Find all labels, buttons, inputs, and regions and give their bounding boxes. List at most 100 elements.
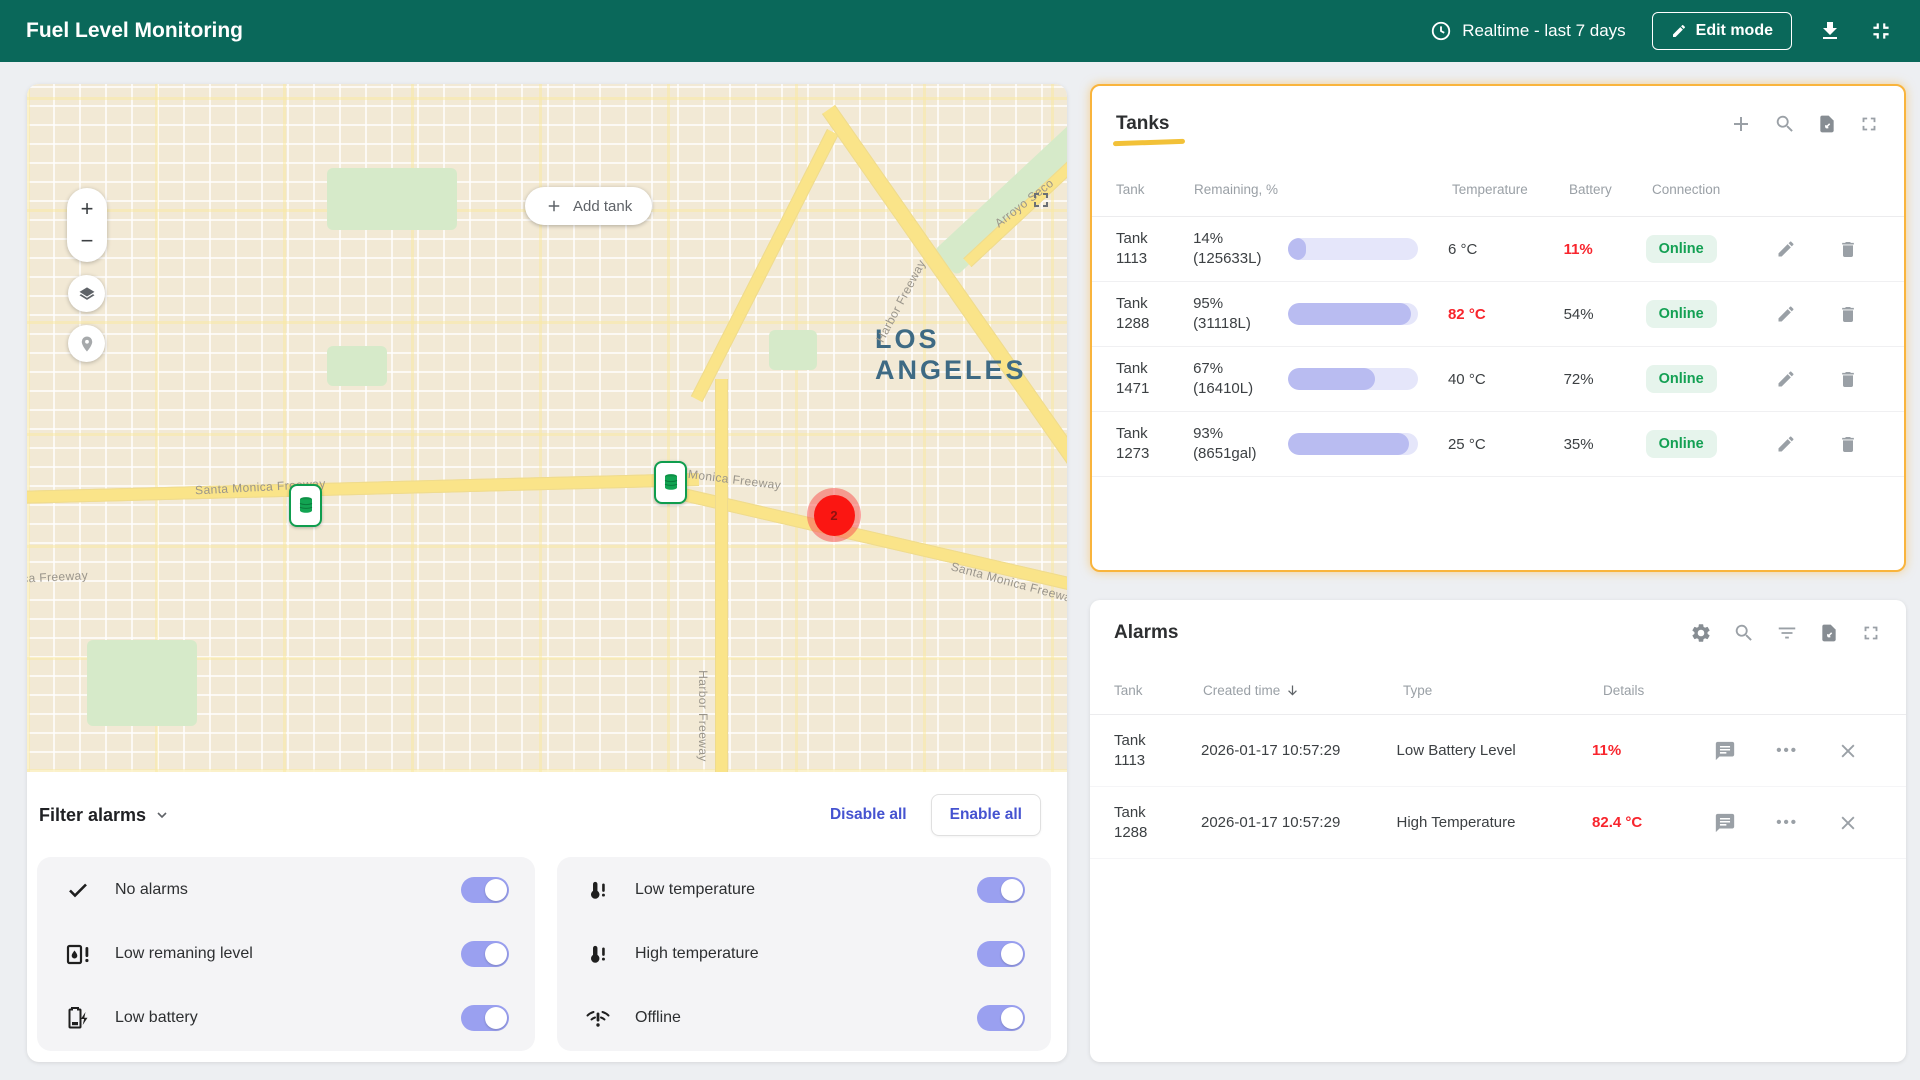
map-park <box>769 330 817 370</box>
layers-icon <box>77 284 97 304</box>
filter-label: High temperature <box>635 945 759 963</box>
more-options-button[interactable]: ••• <box>1776 742 1798 759</box>
tanks-panel: Tanks Tank Remaining, % T <box>1090 84 1906 572</box>
map-location-button[interactable] <box>68 325 105 362</box>
export-file-icon[interactable] <box>1817 113 1837 135</box>
alarm-type: Low Battery Level <box>1397 742 1593 759</box>
table-row-tank-1113[interactable]: Tank1113 14%(125633L) 6 °C 11% Online <box>1092 217 1904 282</box>
filter-alarms-toggle[interactable]: Filter alarms <box>39 805 170 826</box>
marker-cluster[interactable]: 2 <box>807 488 861 542</box>
edit-tank-button[interactable] <box>1776 434 1796 455</box>
close-icon[interactable] <box>1838 813 1858 833</box>
toggle-low-battery[interactable] <box>461 1005 509 1031</box>
fuel-level-bar <box>1288 238 1418 260</box>
tank-id: 1288 <box>1114 823 1201 843</box>
map-fullscreen-button[interactable] <box>1029 188 1053 212</box>
toggle-offline[interactable] <box>977 1005 1025 1031</box>
close-icon[interactable] <box>1838 741 1858 761</box>
tank-marker[interactable] <box>289 484 322 527</box>
offline-icon <box>583 1005 613 1031</box>
expand-fullscreen-icon[interactable] <box>1858 113 1880 135</box>
disable-all-button[interactable]: Disable all <box>830 806 907 824</box>
comment-icon[interactable] <box>1714 812 1736 834</box>
filter-bulk-actions: Disable all Enable all <box>830 794 1041 836</box>
tanks-panel-title: Tanks <box>1116 113 1170 135</box>
filter-label: No alarms <box>115 881 188 899</box>
toggle-low-remaining[interactable] <box>461 941 509 967</box>
remaining-percent: 14% <box>1193 229 1288 249</box>
download-button[interactable] <box>1818 19 1842 43</box>
edit-tank-button[interactable] <box>1776 369 1796 390</box>
battery-value: 72% <box>1564 371 1646 388</box>
alarm-row-tank-1113[interactable]: Tank1113 2026-01-17 10:57:29 Low Battery… <box>1090 715 1906 787</box>
zoom-out-button[interactable]: − <box>67 230 107 252</box>
map-road <box>27 473 699 504</box>
low-temperature-icon <box>583 877 613 903</box>
toggle-low-temperature[interactable] <box>977 877 1025 903</box>
temperature-value: 25 °C <box>1448 436 1564 453</box>
edit-mode-label: Edit mode <box>1696 22 1773 40</box>
map[interactable]: LOS ANGELES Santa Monica Freeway a Monic… <box>27 84 1067 772</box>
filter-label: Low temperature <box>635 881 755 899</box>
toggle-high-temperature[interactable] <box>977 941 1025 967</box>
alarms-panel-header: Alarms <box>1090 600 1906 666</box>
export-file-icon[interactable] <box>1819 622 1839 644</box>
more-options-button[interactable]: ••• <box>1776 814 1798 831</box>
zoom-in-button[interactable]: + <box>67 198 107 220</box>
table-row-tank-1471[interactable]: Tank1471 67%(16410L) 40 °C 72% Online <box>1092 347 1904 412</box>
delete-tank-button[interactable] <box>1838 369 1858 390</box>
alarms-table-header: Tank Created time Type Details <box>1090 666 1906 714</box>
map-park <box>327 346 387 386</box>
barrel-icon <box>296 494 316 518</box>
tanks-table-rows: Tank1113 14%(125633L) 6 °C 11% Online Ta… <box>1092 216 1904 477</box>
pencil-icon <box>1671 23 1687 39</box>
remaining-volume: (16410L) <box>1193 379 1288 399</box>
search-icon[interactable] <box>1733 622 1755 644</box>
settings-gear-icon[interactable] <box>1690 622 1712 644</box>
add-tank-button[interactable]: Add tank <box>525 187 652 225</box>
fuel-monitoring-dashboard: Fuel Level Monitoring Realtime - last 7 … <box>0 0 1920 1080</box>
delete-tank-button[interactable] <box>1838 304 1858 325</box>
tank-id: 1113 <box>1116 249 1193 269</box>
filter-row-low-remaining: Low remaning level <box>63 922 509 986</box>
table-row-tank-1273[interactable]: Tank1273 93%(8651gal) 25 °C 35% Online <box>1092 412 1904 477</box>
col-connection: Connection <box>1652 182 1784 197</box>
enable-all-button[interactable]: Enable all <box>931 794 1041 836</box>
table-row-tank-1288[interactable]: Tank1288 95%(31118L) 82 °C 54% Online <box>1092 282 1904 347</box>
remaining-percent: 67% <box>1193 359 1288 379</box>
search-icon[interactable] <box>1774 113 1796 135</box>
col-tank: Tank <box>1116 182 1194 197</box>
edit-tank-button[interactable] <box>1776 304 1796 325</box>
remaining-volume: (8651gal) <box>1193 444 1288 464</box>
edit-tank-button[interactable] <box>1776 239 1796 260</box>
alarm-details: 11% <box>1592 742 1714 759</box>
map-city-label: LOS ANGELES <box>875 324 1067 386</box>
filter-row-offline: Offline <box>583 986 1025 1050</box>
tank-name: Tank <box>1114 731 1201 751</box>
comment-icon[interactable] <box>1714 740 1736 762</box>
col-created-time[interactable]: Created time <box>1203 683 1403 698</box>
filter-icon[interactable] <box>1776 622 1798 644</box>
tank-marker[interactable] <box>654 461 687 504</box>
add-button[interactable] <box>1729 112 1753 136</box>
fuel-level-bar <box>1288 433 1418 455</box>
map-layers-button[interactable] <box>68 275 105 312</box>
expand-fullscreen-icon[interactable] <box>1860 622 1882 644</box>
tank-name: Tank <box>1116 294 1193 314</box>
filter-alarms-header: Filter alarms Disable all Enable all <box>27 772 1067 858</box>
filter-label: Offline <box>635 1009 681 1027</box>
alarm-row-tank-1288[interactable]: Tank1288 2026-01-17 10:57:29 High Temper… <box>1090 787 1906 859</box>
alarms-table-rows: Tank1113 2026-01-17 10:57:29 Low Battery… <box>1090 714 1906 859</box>
edit-mode-button[interactable]: Edit mode <box>1652 12 1792 50</box>
remaining-percent: 93% <box>1193 424 1288 444</box>
filter-alarms-label: Filter alarms <box>39 805 146 826</box>
remaining-percent: 95% <box>1193 294 1288 314</box>
delete-tank-button[interactable] <box>1838 434 1858 455</box>
delete-tank-button[interactable] <box>1838 239 1858 260</box>
tanks-table-header: Tank Remaining, % Temperature Battery Co… <box>1092 162 1904 216</box>
collapse-fullscreen-button[interactable] <box>1868 18 1894 44</box>
location-pin-icon <box>78 335 96 353</box>
toggle-no-alarms[interactable] <box>461 877 509 903</box>
battery-value: 54% <box>1564 306 1646 323</box>
time-range-selector[interactable]: Realtime - last 7 days <box>1430 20 1625 42</box>
